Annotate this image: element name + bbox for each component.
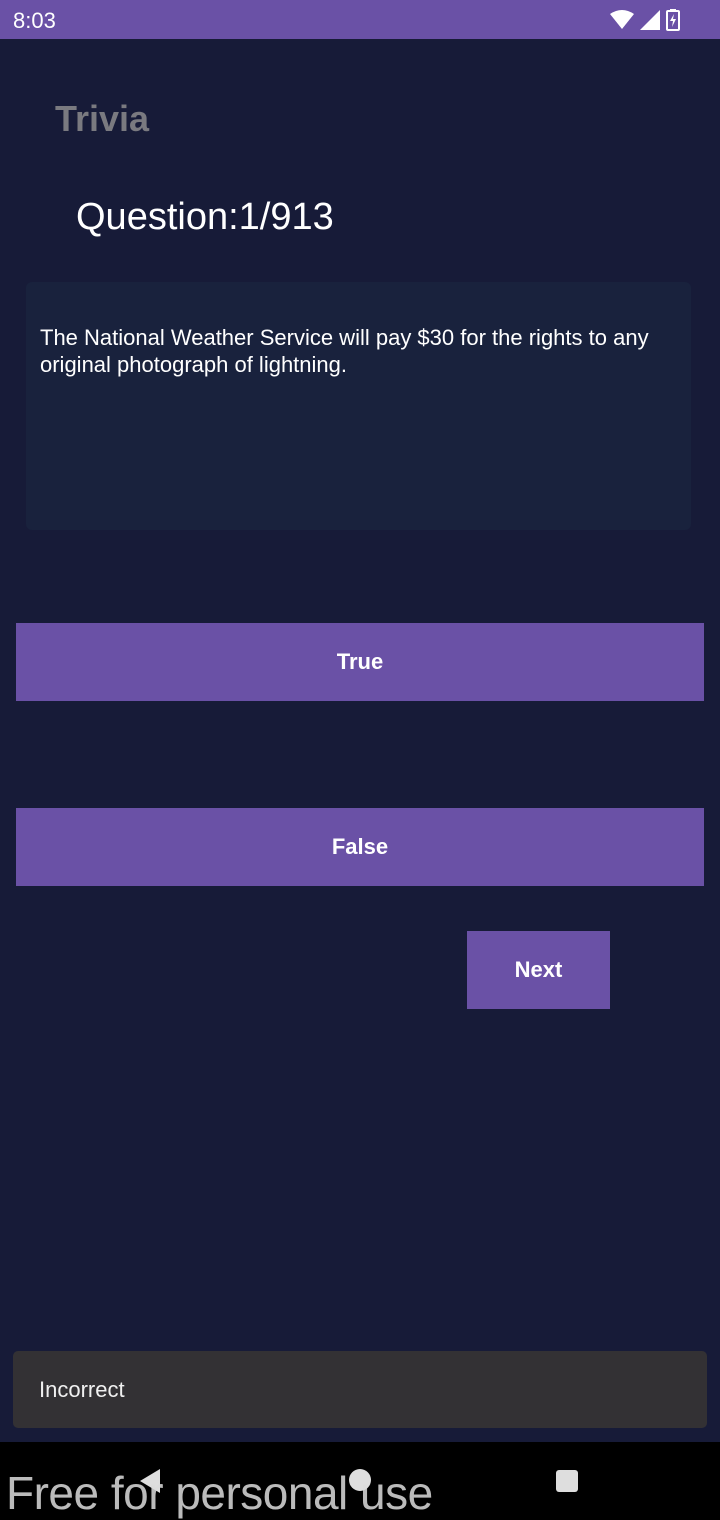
battery-charging-icon — [666, 9, 680, 31]
true-button[interactable]: True — [16, 623, 704, 701]
question-counter: Question:1/913 — [76, 196, 334, 238]
wifi-icon — [610, 10, 634, 30]
question-card: The National Weather Service will pay $3… — [26, 282, 691, 530]
back-icon[interactable] — [138, 1468, 162, 1499]
status-bar: 8:03 — [0, 0, 720, 39]
question-text: The National Weather Service will pay $3… — [40, 325, 649, 377]
recents-icon[interactable] — [556, 1470, 578, 1492]
app-title: Trivia — [55, 98, 150, 139]
next-button[interactable]: Next — [467, 931, 610, 1009]
status-icons — [610, 8, 680, 32]
snackbar-message: Incorrect — [39, 1376, 125, 1402]
navigation-bar — [0, 1442, 720, 1520]
home-icon[interactable] — [349, 1469, 371, 1491]
signal-icon — [640, 10, 660, 30]
false-button[interactable]: False — [16, 808, 704, 886]
snackbar: Incorrect — [13, 1351, 707, 1428]
status-time: 8:03 — [13, 8, 56, 33]
